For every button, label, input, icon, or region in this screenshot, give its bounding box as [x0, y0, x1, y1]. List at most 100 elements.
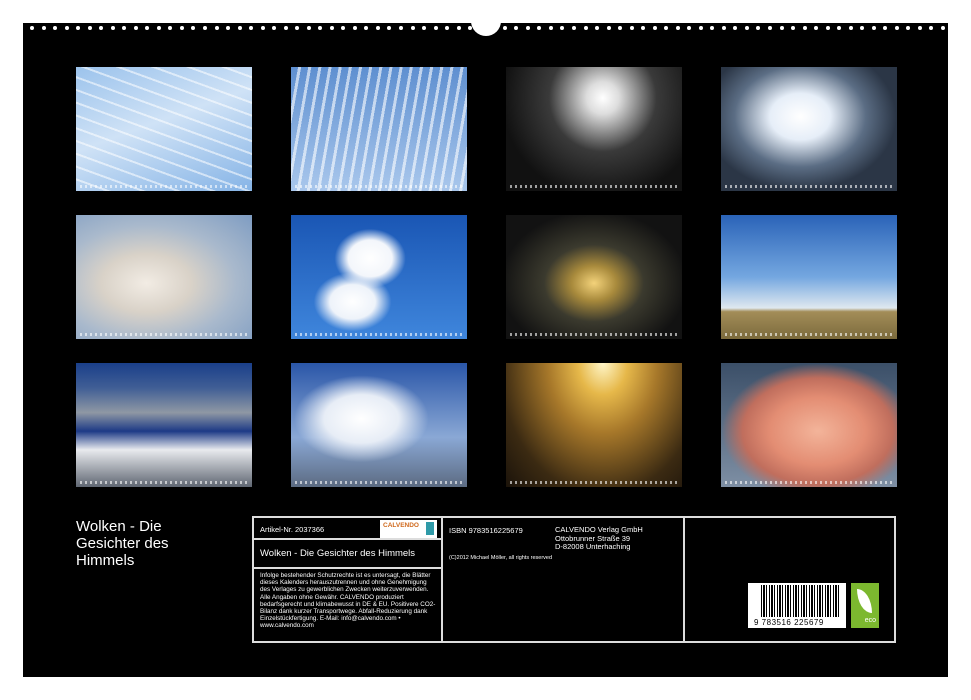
binding-hole [791, 26, 795, 30]
binding-hole [906, 26, 910, 30]
binding-hole [814, 26, 818, 30]
barcode: 9 783516 225679 [748, 583, 846, 628]
binding-hole [422, 26, 426, 30]
calendar-title: Wolken - Die Gesichter des Himmels [76, 518, 226, 569]
binding-hole [710, 26, 714, 30]
binding-hole [733, 26, 737, 30]
binding-hole [341, 26, 345, 30]
binding-hole [630, 26, 634, 30]
binding-hole [503, 26, 507, 30]
binding-hole [826, 26, 830, 30]
binding-hole [722, 26, 726, 30]
binding-hole [295, 26, 299, 30]
binding-hole [457, 26, 461, 30]
binding-hole [215, 26, 219, 30]
binding-hole [145, 26, 149, 30]
article-row: Artikel-Nr. 2037366 CALVENDO [254, 518, 441, 540]
binding-hole [157, 26, 161, 30]
binding-hole [560, 26, 564, 30]
publisher-address: CALVENDO Verlag GmbH Ottobrunner Straße … [555, 526, 643, 552]
binding-hole [376, 26, 380, 30]
binding-hole [883, 26, 887, 30]
binding-hole [53, 26, 57, 30]
binding-hole [653, 26, 657, 30]
month-photo-8 [721, 215, 897, 339]
binding-hole [641, 26, 645, 30]
binding-hole [65, 26, 69, 30]
binding-hole [780, 26, 784, 30]
binding-hole [584, 26, 588, 30]
binding-hole [307, 26, 311, 30]
binding-hole [918, 26, 922, 30]
binding-hole [168, 26, 172, 30]
binding-hole [191, 26, 195, 30]
logo-icon [426, 522, 434, 535]
binding-hole [860, 26, 864, 30]
binding-hole [353, 26, 357, 30]
info-middle-column: ISBN 9783516225679 CALVENDO Verlag GmbH … [443, 518, 685, 641]
binding-hole [849, 26, 853, 30]
binding-hole [699, 26, 703, 30]
copyright: (C)2012 Michael Möller, all rights reser… [449, 555, 552, 561]
binding-hole [88, 26, 92, 30]
binding-hole [399, 26, 403, 30]
eco-leaf-icon: eco [851, 583, 879, 628]
month-photo-11 [506, 363, 682, 487]
binding-hole [284, 26, 288, 30]
month-photo-6 [291, 215, 467, 339]
binding-hole [895, 26, 899, 30]
info-right-column: 9 783516 225679 eco [685, 518, 894, 641]
barcode-bars [761, 585, 841, 617]
binding-hole [618, 26, 622, 30]
logo-text: CALVENDO [383, 522, 419, 529]
binding-hole [768, 26, 772, 30]
month-photo-1 [76, 67, 252, 191]
binding-hole [272, 26, 276, 30]
month-photo-10 [291, 363, 467, 487]
isbn: ISBN 9783516225679 [449, 526, 523, 535]
binding-hole [526, 26, 530, 30]
binding-hole [42, 26, 46, 30]
barcode-number: 9 783516 225679 [754, 618, 824, 627]
binding-hole [330, 26, 334, 30]
binding-hole [99, 26, 103, 30]
month-photo-7 [506, 215, 682, 339]
binding-hole [318, 26, 322, 30]
month-photo-4 [721, 67, 897, 191]
month-photo-9 [76, 363, 252, 487]
binding-hole [411, 26, 415, 30]
eco-label: eco [865, 617, 876, 624]
month-photo-12 [721, 363, 897, 487]
binding-hole [537, 26, 541, 30]
binding-hole [226, 26, 230, 30]
month-photo-3 [506, 67, 682, 191]
binding-hole [445, 26, 449, 30]
info-box: Artikel-Nr. 2037366 CALVENDO Wolken - Di… [252, 516, 896, 643]
binding-hole [756, 26, 760, 30]
binding-hole [607, 26, 611, 30]
publisher-city: D-82008 Unterhaching [555, 543, 643, 552]
binding-hole [203, 26, 207, 30]
binding-hole [261, 26, 265, 30]
binding-hole [803, 26, 807, 30]
calvendo-logo: CALVENDO [380, 520, 437, 538]
binding-hole [238, 26, 242, 30]
binding-hole [549, 26, 553, 30]
binding-hole [572, 26, 576, 30]
binding-hole [111, 26, 115, 30]
legal-text: Infolge bestehender Schutzrechte ist es … [254, 569, 441, 630]
binding-hole [941, 26, 945, 30]
binding-hole [872, 26, 876, 30]
binding-hole [664, 26, 668, 30]
binding-hole [929, 26, 933, 30]
binding-hole [434, 26, 438, 30]
product-title: Wolken - Die Gesichter des Himmels [254, 540, 441, 569]
binding-hole [76, 26, 80, 30]
binding-hole [249, 26, 253, 30]
binding-hole [134, 26, 138, 30]
binding-hole [514, 26, 518, 30]
month-photo-2 [291, 67, 467, 191]
month-photo-5 [76, 215, 252, 339]
binding-hole [180, 26, 184, 30]
binding-hole [745, 26, 749, 30]
